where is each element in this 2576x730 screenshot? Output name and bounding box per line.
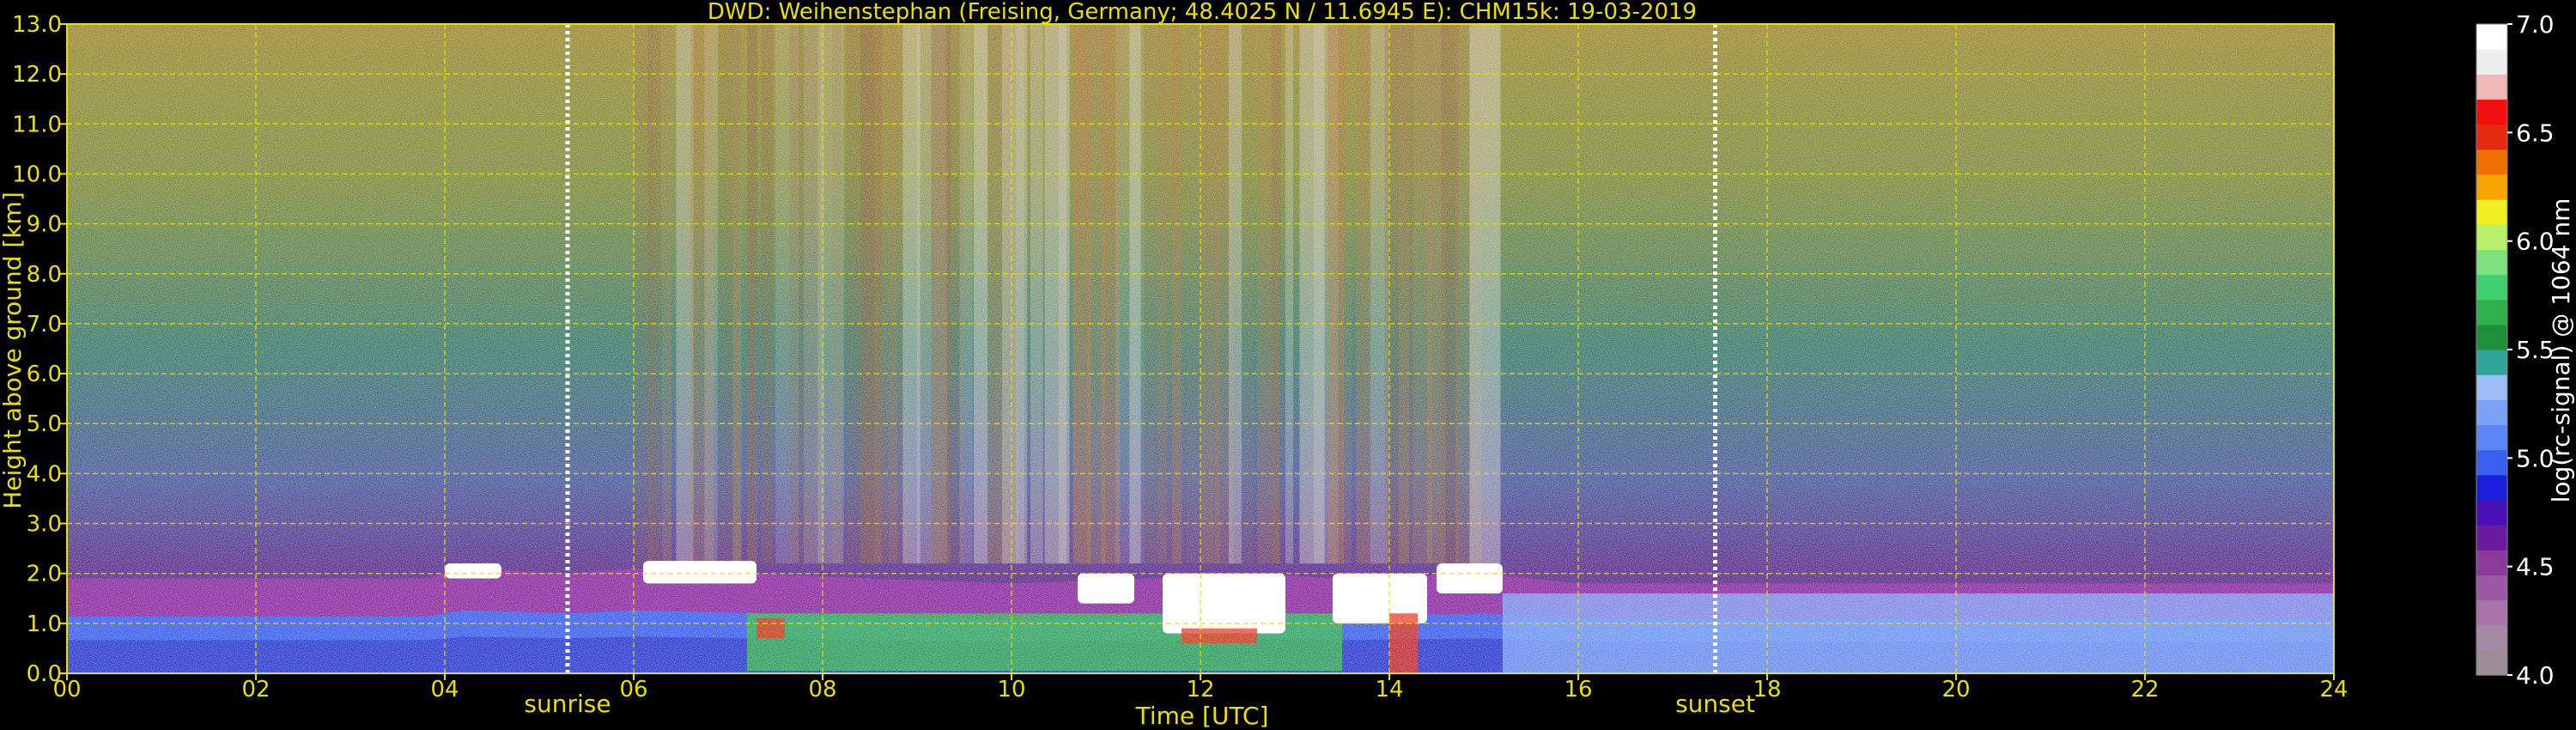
colorbar-segment <box>2476 299 2507 325</box>
x-tick-label: 18 <box>1753 677 1781 703</box>
marker-label-sunrise: sunrise <box>524 690 611 718</box>
y-tick-label: 3.0 <box>27 512 62 538</box>
x-tick-label: 00 <box>52 677 81 703</box>
colorbar-segment <box>2476 575 2507 601</box>
x-tick-label: 20 <box>1941 677 1970 703</box>
colorbar-segment <box>2476 224 2507 250</box>
x-tick-label: 10 <box>997 677 1025 703</box>
y-tick-label: 10.0 <box>12 161 62 187</box>
y-tick-label: 2.0 <box>27 562 62 587</box>
colorbar-label: log(rc-signal) @ 1064 nm <box>2547 198 2575 503</box>
colorbar-segment <box>2476 374 2507 400</box>
ceilometer-chart: sunrise sunset 0.01.02.03.04.05.06.07.08.… <box>0 0 2575 730</box>
x-tick-label: 22 <box>2130 677 2159 703</box>
colorbar-segment <box>2476 550 2507 575</box>
x-tick-labels: 00 02 04 06 08 10 12 14 16 18 20 22 24 <box>52 673 2348 703</box>
y-tick-label: 8.0 <box>27 262 62 288</box>
colorbar-segment <box>2476 149 2507 175</box>
colorbar-segment <box>2476 99 2507 125</box>
colorbar-segment <box>2476 74 2507 100</box>
x-tick-label: 14 <box>1375 677 1403 703</box>
x-tick-label: 12 <box>1186 677 1214 703</box>
y-tick-label: 9.0 <box>27 212 62 238</box>
y-tick-label: 12.0 <box>12 62 62 88</box>
colorbar-segment <box>2476 350 2507 375</box>
colorbar-segment <box>2476 474 2507 501</box>
x-axis-label: Time [UTC] <box>1135 702 1269 730</box>
colorbar-segment <box>2476 274 2507 301</box>
colorbar-segment <box>2476 124 2507 150</box>
chart-title: DWD: Weihenstephan (Freising, Germany; 4… <box>708 0 1697 25</box>
colorbar-tick-label: 4.0 <box>2516 661 2555 690</box>
y-tick-label: 5.0 <box>27 411 62 437</box>
x-tick-label: 06 <box>619 677 647 703</box>
colorbar-segment <box>2476 525 2507 551</box>
x-tick-label: 08 <box>808 677 836 703</box>
colorbar-tick-label: 6.5 <box>2516 119 2555 147</box>
colorbar-segment <box>2476 449 2507 476</box>
colorbar-segment <box>2476 624 2507 651</box>
x-tick-label: 16 <box>1564 677 1592 703</box>
x-tick-label: 24 <box>2319 677 2348 703</box>
y-tick-label: 1.0 <box>27 611 62 637</box>
colorbar-segment <box>2476 424 2507 451</box>
colorbar-tick-label: 7.0 <box>2516 10 2555 39</box>
colorbar-segment <box>2476 499 2507 526</box>
y-tick-label: 4.0 <box>27 461 62 487</box>
colorbar-segment <box>2476 249 2507 276</box>
x-tick-label: 04 <box>430 677 459 703</box>
x-tick-label: 02 <box>241 677 270 703</box>
marker-label-sunset: sunset <box>1675 690 1755 718</box>
colorbar-segment <box>2476 199 2507 225</box>
colorbar: 4.04.55.05.56.06.57.0 <box>2476 10 2555 690</box>
colorbar-segment <box>2476 599 2507 626</box>
y-tick-label: 11.0 <box>12 112 62 137</box>
colorbar-segment <box>2476 173 2507 200</box>
y-axis-label: Height above ground [km] <box>0 192 27 509</box>
colorbar-segment <box>2476 324 2507 350</box>
colorbar-tick-label: 4.5 <box>2516 553 2555 581</box>
colorbar-segment <box>2476 399 2507 426</box>
y-tick-label: 7.0 <box>27 312 62 338</box>
y-tick-label: 13.0 <box>12 12 62 38</box>
colorbar-segment <box>2476 24 2507 50</box>
colorbar-segment <box>2476 49 2507 75</box>
colorbar-segment <box>2476 649 2507 676</box>
y-tick-label: 6.0 <box>27 362 62 387</box>
